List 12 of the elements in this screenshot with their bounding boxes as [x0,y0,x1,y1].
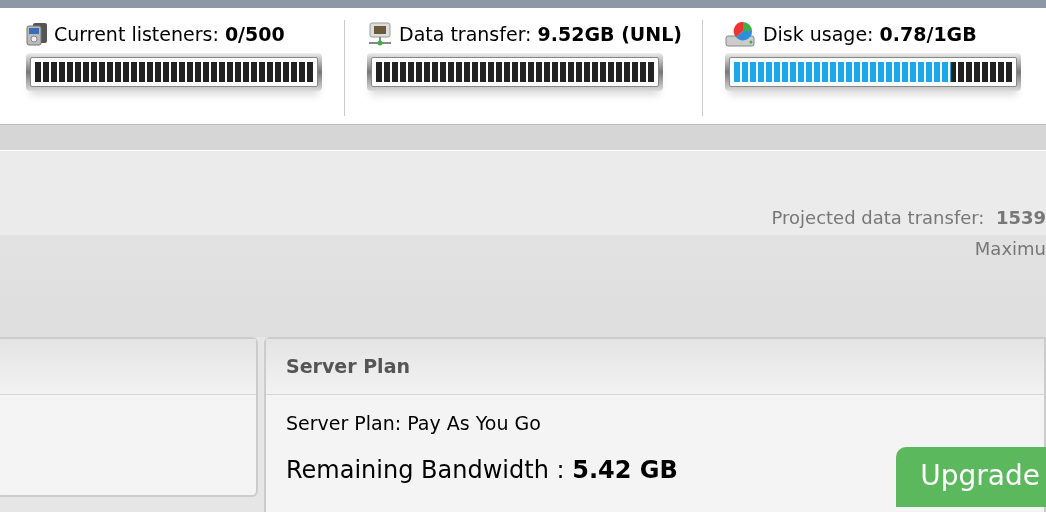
media-player-icon [26,22,48,47]
panel-title: Server Plan [286,354,410,380]
network-port-icon [367,22,393,47]
disk-chart-icon [724,21,757,48]
stat-label: Disk usage: 0.78/1GB [762,22,977,47]
plan-text: Server Plan: Pay As You Go [286,411,542,436]
maximum-label: Maximu [974,237,1046,261]
stat-label: Data transfer: 9.52GB (UNL) [399,22,682,47]
upgrade-button[interactable]: Upgrade [896,447,1046,507]
remaining-bandwidth-text: Remaining Bandwidth : 5.42 GB [286,454,679,486]
stat-label: Current listeners: 0/500 [54,22,285,47]
projected-transfer-text: Projected data transfer: 1539 [771,206,1046,230]
